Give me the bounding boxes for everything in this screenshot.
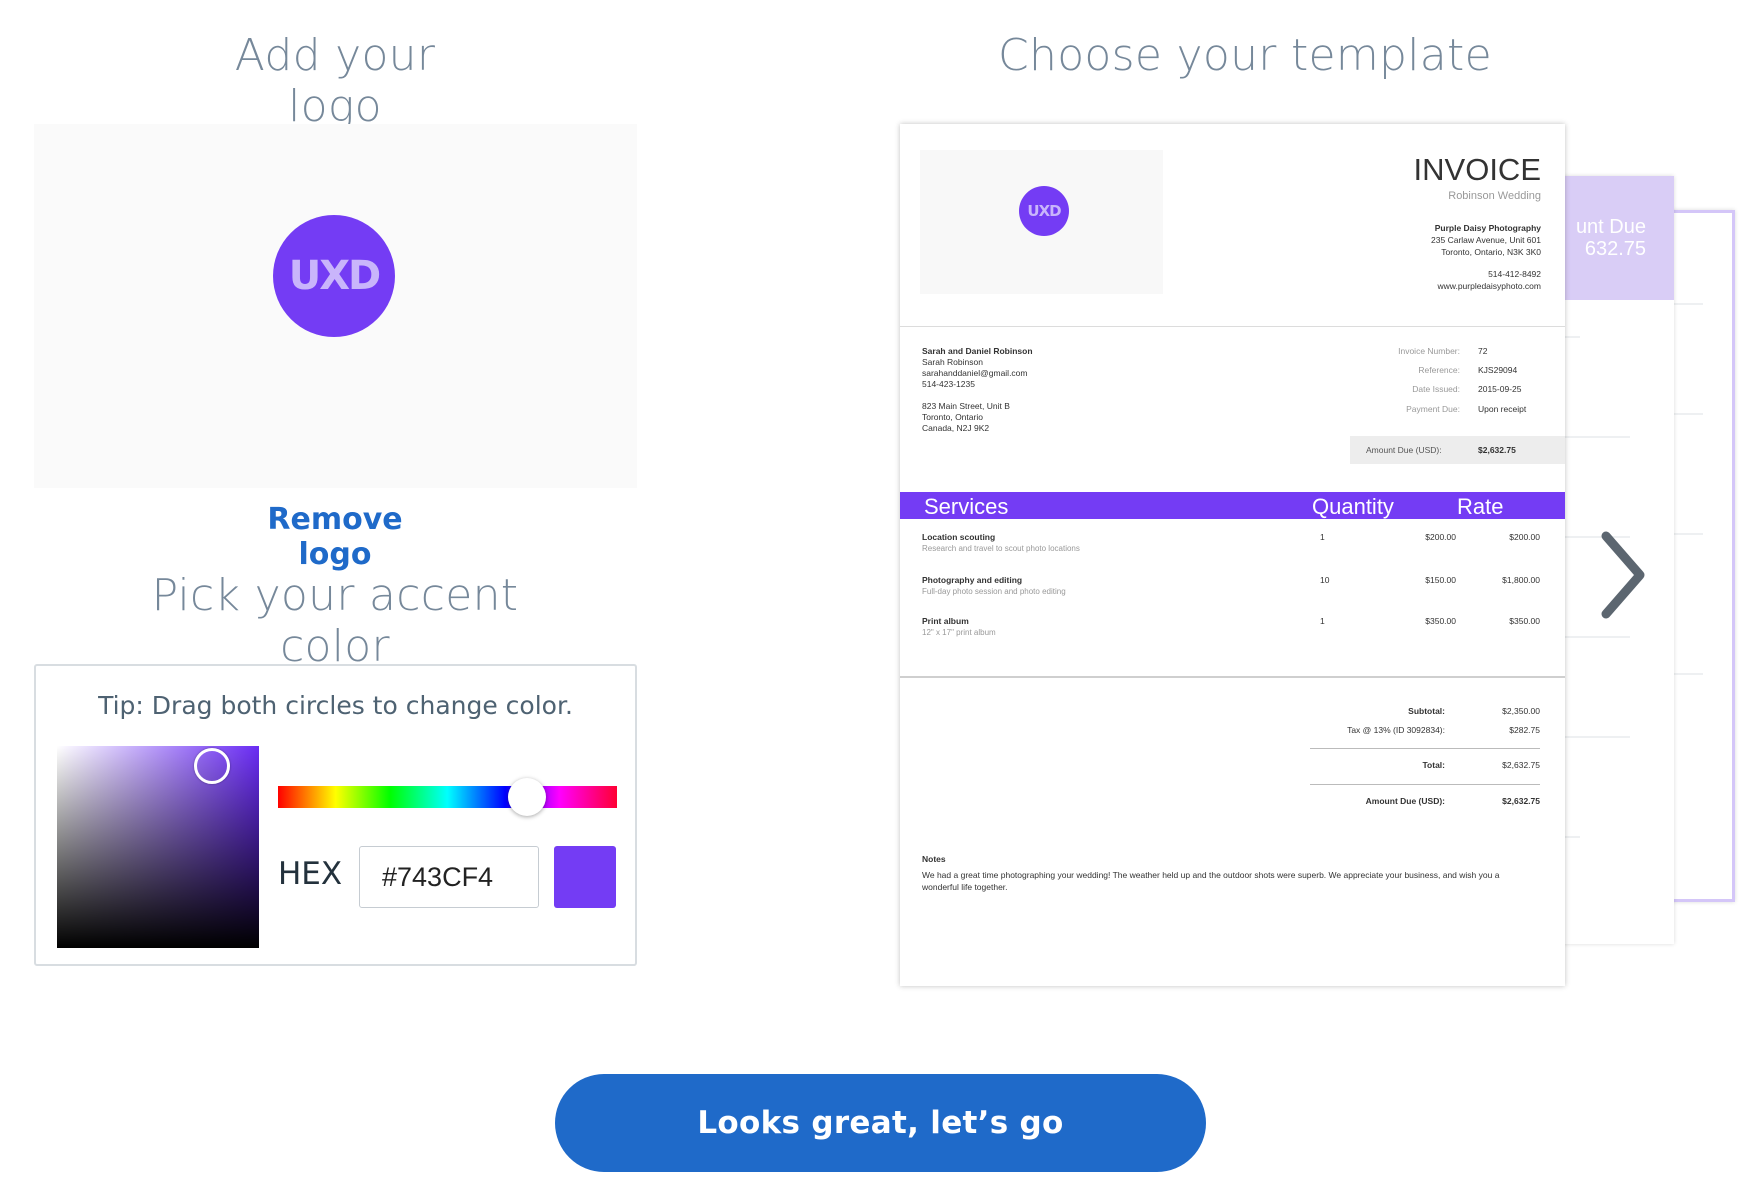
invoice-meta-row: Reference: KJS29094 <box>1340 365 1540 379</box>
hex-input[interactable] <box>359 846 539 908</box>
choose-template-heading: Choose your template <box>998 30 1492 81</box>
rate-column-header: Rate <box>1457 494 1504 519</box>
amount-due-total-label: Amount Due (USD): <box>1365 796 1445 806</box>
invoice-meta-row: Payment Due: Upon receipt <box>1340 404 1540 418</box>
client-address-line: 823 Main Street, Unit B <box>922 401 1010 411</box>
client-email: sarahanddaniel@gmail.com <box>922 368 1028 378</box>
meta-value: KJS29094 <box>1478 365 1518 375</box>
item-quantity: 1 <box>1320 532 1325 542</box>
meta-label: Date Issued: <box>1412 384 1460 394</box>
item-quantity: 1 <box>1320 616 1325 626</box>
company-phone: 514-412-8492 <box>1488 269 1541 279</box>
item-description: 12" x 17" print album <box>922 628 996 637</box>
saturation-handle[interactable] <box>194 748 230 784</box>
client-address-line: Canada, N2J 9K2 <box>922 423 990 433</box>
hex-label: HEX <box>278 856 343 892</box>
total-value: $2,632.75 <box>1502 760 1540 770</box>
invoice-divider <box>900 326 1565 327</box>
services-column-header: Services <box>924 494 1009 519</box>
totals-divider <box>1310 784 1540 785</box>
meta-value: 2015-09-25 <box>1478 384 1522 394</box>
item-amount: $200.00 <box>1509 532 1540 542</box>
hue-handle[interactable] <box>508 778 546 816</box>
item-description: Full-day photo session and photo editing <box>922 587 1066 596</box>
remove-logo-link[interactable]: Remove logo <box>230 502 440 572</box>
item-price: $200.00 <box>1425 532 1456 542</box>
looks-great-button[interactable]: Looks great, let’s go <box>555 1074 1206 1172</box>
company-address-line: Toronto, Ontario, N3K 3K0 <box>1441 247 1541 257</box>
item-title: Photography and editing <box>922 575 1023 585</box>
item-title: Location scouting <box>922 532 996 542</box>
amount-due-value: $2,632.75 <box>1478 445 1516 455</box>
color-swatch <box>554 846 616 908</box>
client-address-line: Toronto, Ontario <box>922 412 983 422</box>
hue-slider[interactable] <box>278 786 617 808</box>
chevron-right-icon[interactable] <box>1598 530 1648 620</box>
amount-due-label: Amount Due (USD): <box>1366 445 1442 455</box>
accent-color-heading: Pick your accent color <box>151 570 519 672</box>
invoice-logo-text: UXD <box>1027 202 1061 220</box>
color-picker: Tip: Drag both circles to change color. … <box>34 664 637 966</box>
add-logo-heading: Add your logo <box>234 30 436 132</box>
item-amount: $1,800.00 <box>1502 575 1540 585</box>
item-quantity: 10 <box>1320 575 1330 585</box>
company-address-line: 235 Carlaw Avenue, Unit 601 <box>1431 235 1541 245</box>
company-website: www.purpledaisyphoto.com <box>1437 281 1541 291</box>
invoice-logo-area: UXD <box>920 150 1163 294</box>
client-contact: Sarah Robinson <box>922 357 983 367</box>
company-logo: UXD <box>273 215 395 337</box>
meta-label: Reference: <box>1418 365 1460 375</box>
amount-due-box: Amount Due (USD): $2,632.75 <box>1350 436 1565 464</box>
item-amount: $350.00 <box>1509 616 1540 626</box>
invoice-logo: UXD <box>1019 186 1069 236</box>
invoice-table-header: Services Quantity Rate <box>900 492 1565 519</box>
notes-body: We had a great time photographing your w… <box>922 870 1500 892</box>
invoice-meta-row: Invoice Number: 72 <box>1340 346 1540 360</box>
item-title: Print album <box>922 616 969 626</box>
client-phone: 514-423-1235 <box>922 379 975 389</box>
subtotal-value: $2,350.00 <box>1502 706 1540 716</box>
logo-upload-area[interactable]: UXD <box>34 124 637 488</box>
saturation-value-square[interactable] <box>57 746 259 948</box>
tax-value: $282.75 <box>1509 725 1540 735</box>
client-name: Sarah and Daniel Robinson <box>922 346 1033 356</box>
item-price: $150.00 <box>1425 575 1456 585</box>
meta-label: Payment Due: <box>1406 404 1460 414</box>
amount-due-total-value: $2,632.75 <box>1502 796 1540 806</box>
invoice-title: INVOICE <box>1413 152 1541 187</box>
item-description: Research and travel to scout photo locat… <box>922 544 1080 553</box>
totals-divider <box>1310 748 1540 749</box>
quantity-column-header: Quantity <box>1312 494 1394 519</box>
meta-value: 72 <box>1478 346 1488 356</box>
tax-label: Tax @ 13% (ID 3092834): <box>1347 725 1445 735</box>
invoice-template-preview[interactable]: UXD INVOICE Robinson Wedding Purple Dais… <box>900 124 1565 986</box>
invoice-divider <box>900 676 1565 678</box>
meta-value: Upon receipt <box>1478 404 1527 414</box>
invoice-subtitle: Robinson Wedding <box>1448 190 1541 202</box>
invoice-meta-row: Date Issued: 2015-09-25 <box>1340 384 1540 398</box>
company-name: Purple Daisy Photography <box>1434 223 1541 233</box>
subtotal-label: Subtotal: <box>1408 706 1445 716</box>
total-label: Total: <box>1422 760 1445 770</box>
item-price: $350.00 <box>1425 616 1456 626</box>
meta-label: Invoice Number: <box>1398 346 1460 356</box>
notes-title: Notes <box>922 854 946 864</box>
color-picker-tip: Tip: Drag both circles to change color. <box>98 691 573 720</box>
logo-text: UXD <box>288 253 382 299</box>
